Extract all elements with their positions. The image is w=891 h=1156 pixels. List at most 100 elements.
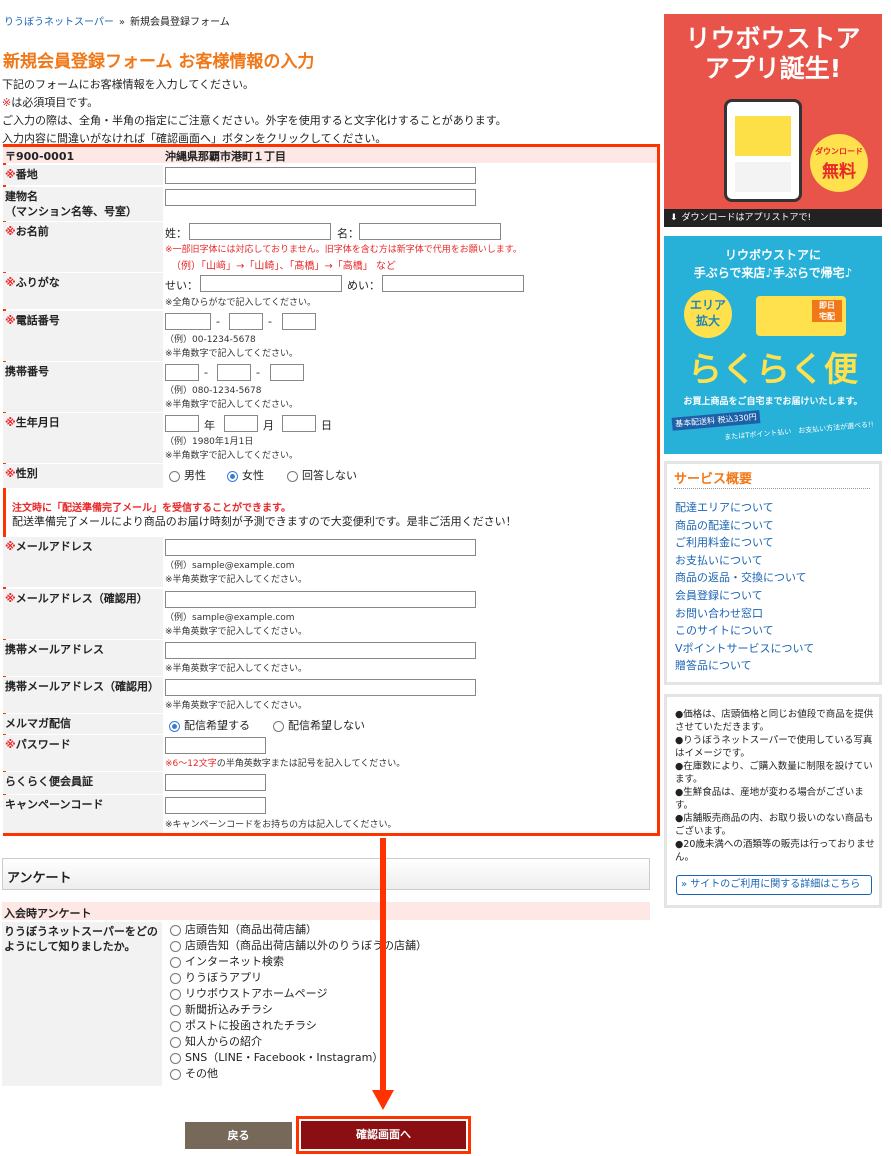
tel-3-input[interactable] — [282, 313, 316, 330]
back-button[interactable]: 戻る — [185, 1122, 292, 1149]
name-note-2: （例）「山﨑」→「山崎」、「髙橋」→「高橋」 など — [171, 261, 396, 272]
same-day-tag-line-2: 宅配 — [819, 312, 835, 321]
service-title: サービス概要 — [674, 472, 753, 487]
survey-option-label: りうぼうアプリ — [185, 971, 262, 984]
sei-kana-label: せい： — [165, 279, 198, 292]
survey-option[interactable]: 新聞折込みチラシ — [170, 1002, 427, 1018]
service-link[interactable]: ご利用料金について — [675, 536, 774, 549]
survey-question: りうぼうネットスーパーをどのようにして知りましたか。 — [4, 925, 158, 953]
radio-icon — [169, 470, 180, 482]
rakuraku-row: らくらく便会員証 — [3, 772, 657, 794]
service-link[interactable]: 贈答品について — [675, 659, 752, 672]
building-input[interactable] — [165, 189, 476, 206]
service-link[interactable]: 配達エリアについて — [675, 501, 774, 514]
app-banner[interactable]: リウボウストア アプリ誕生! ダウンロード 無料 ⬇ ダウンロードはアプリストアで… — [664, 14, 882, 227]
service-link[interactable]: 商品の返品・交換について — [675, 571, 807, 584]
gender-option-none[interactable]: 回答しない — [287, 467, 357, 483]
magazine-option-yes[interactable]: 配信希望する — [169, 717, 250, 733]
survey-subheading: 入会時アンケート — [4, 907, 92, 920]
birth-label: ※生年月日 — [3, 413, 163, 463]
area-expand-badge: エリア 拡大 — [684, 290, 732, 338]
survey-option[interactable]: 店頭告知（商品出荷店舗） — [170, 922, 427, 938]
mobile-3-input[interactable] — [270, 364, 304, 381]
name-row: ※お名前 姓： 名： ※一部旧字体には対応しておりません。旧字体を含む方は新字体… — [3, 222, 657, 272]
email-confirm-input[interactable] — [165, 591, 476, 608]
gender-option-male[interactable]: 男性 — [169, 467, 206, 483]
free-badge: ダウンロード 無料 — [810, 134, 868, 192]
mail-notice-title: 注文時に「配送準備完了メール」を受信することができます。 — [12, 503, 291, 514]
mobile-2-input[interactable] — [217, 364, 251, 381]
birth-row: ※生年月日 年 月 日 （例）1980年1月1日 ※半角数字で記入してください。 — [3, 413, 657, 463]
confirm-button[interactable]: 確認画面へ — [301, 1121, 466, 1149]
required-mark: ※ — [5, 314, 16, 327]
campaign-note: ※キャンペーンコードをお持ちの方は記入してください。 — [165, 820, 397, 830]
survey-option[interactable]: ポストに投函されたチラシ — [170, 1018, 427, 1034]
name-label-text: お名前 — [15, 225, 49, 238]
intro-line-3: ご入力の際は、全角・半角の指定にご注意ください。外字を使用すると文字化けすること… — [2, 114, 507, 127]
radio-icon — [170, 1068, 181, 1080]
tel-2-input[interactable] — [229, 313, 263, 330]
birth-day-input[interactable] — [282, 415, 316, 432]
kana-note: ※全角ひらがなで記入してください。 — [165, 298, 317, 308]
radio-icon — [170, 956, 181, 968]
tel-label: ※電話番号 — [3, 311, 163, 361]
survey-option[interactable]: その他 — [170, 1066, 427, 1082]
rakuraku-banner[interactable]: リウボウストアに 手ぶらで来店♪手ぶらで帰宅♪ エリア 拡大 即日 宅配 らくらく… — [664, 236, 882, 454]
survey-option[interactable]: SNS（LINE・Facebook・Instagram） — [170, 1050, 427, 1066]
first-name-input[interactable] — [359, 223, 501, 240]
app-download-bar: ⬇ ダウンロードはアプリストアで! — [664, 209, 882, 227]
first-name-kana-input[interactable] — [382, 275, 524, 292]
annotation-arrow — [380, 838, 386, 1098]
free-badge-line-2: 無料 — [822, 162, 856, 182]
email-input[interactable] — [165, 539, 476, 556]
radio-icon — [170, 940, 181, 952]
banchi-input[interactable] — [165, 167, 476, 184]
intro-text: 下記のフォームにお客様情報を入力してください。 ※は必須項目です。 ご入力の際は… — [2, 76, 507, 148]
password-input[interactable] — [165, 737, 266, 754]
survey-option[interactable]: リウボウストアホームページ — [170, 986, 427, 1002]
radio-icon — [287, 470, 298, 482]
site-detail-link[interactable]: » サイトのご利用に関する詳細はこちら — [676, 875, 872, 895]
gender-option-female[interactable]: 女性 — [227, 467, 264, 483]
service-link[interactable]: Vポイントサービスについて — [675, 642, 814, 655]
service-link[interactable]: このサイトについて — [675, 624, 774, 637]
app-banner-title: リウボウストア アプリ誕生! — [664, 24, 882, 84]
required-mark: ※ — [5, 168, 16, 181]
required-mark: ※ — [5, 738, 16, 751]
service-link[interactable]: お支払いについて — [675, 554, 763, 567]
survey-option[interactable]: 店頭告知（商品出荷店舗以外のりうぼうの店舗） — [170, 938, 427, 954]
last-name-input[interactable] — [189, 223, 331, 240]
breadcrumb-separator: » — [118, 17, 126, 28]
app-banner-line-2: アプリ誕生! — [704, 54, 842, 83]
campaign-input[interactable] — [165, 797, 266, 814]
note-item: ●在庫数により、ご購入数量に制限を設けています。 — [675, 761, 873, 785]
survey-option-label: 店頭告知（商品出荷店舗以外のりうぼうの店舗） — [185, 939, 427, 952]
radio-icon — [170, 1052, 181, 1064]
password-note-text: の半角英数字または記号を記入してください。 — [216, 759, 406, 769]
campaign-row: キャンペーンコード ※キャンペーンコードをお持ちの方は記入してください。 — [3, 795, 657, 833]
breadcrumb-home-link[interactable]: りうぼうネットスーパー — [4, 17, 114, 28]
survey-option[interactable]: インターネット検索 — [170, 954, 427, 970]
mobile-1-input[interactable] — [165, 364, 199, 381]
gender-label: ※性別 — [3, 464, 163, 488]
last-name-kana-input[interactable] — [200, 275, 342, 292]
mobile-email-input[interactable] — [165, 642, 476, 659]
tel-1-input[interactable] — [165, 313, 211, 330]
service-link[interactable]: 会員登録について — [675, 589, 763, 602]
email-confirm-row: ※メールアドレス（確認用） （例）sample@example.com ※半角英… — [3, 589, 657, 639]
rakuraku-input[interactable] — [165, 774, 266, 791]
area-expand-line-2: 拡大 — [695, 314, 720, 328]
birth-year-input[interactable] — [165, 415, 199, 432]
service-link[interactable]: お問い合わせ窓口 — [675, 607, 763, 620]
mobile-email-confirm-input[interactable] — [165, 679, 476, 696]
survey-option[interactable]: 知人からの紹介 — [170, 1034, 427, 1050]
service-link[interactable]: 商品の配達について — [675, 519, 774, 532]
mobile-row: 携帯番号 - - （例）080-1234-5678 ※半角数字で記入してください… — [3, 362, 657, 412]
magazine-option-no[interactable]: 配信希望しない — [273, 717, 365, 733]
app-banner-line-1: リウボウストア — [685, 24, 861, 53]
birth-month-input[interactable] — [224, 415, 258, 432]
email-row: ※メールアドレス （例）sample@example.com ※半角英数字で記入… — [3, 537, 657, 587]
same-day-tag-line-1: 即日 — [819, 301, 835, 310]
rakuraku-label: らくらく便会員証 — [3, 772, 163, 794]
survey-option[interactable]: りうぼうアプリ — [170, 970, 427, 986]
